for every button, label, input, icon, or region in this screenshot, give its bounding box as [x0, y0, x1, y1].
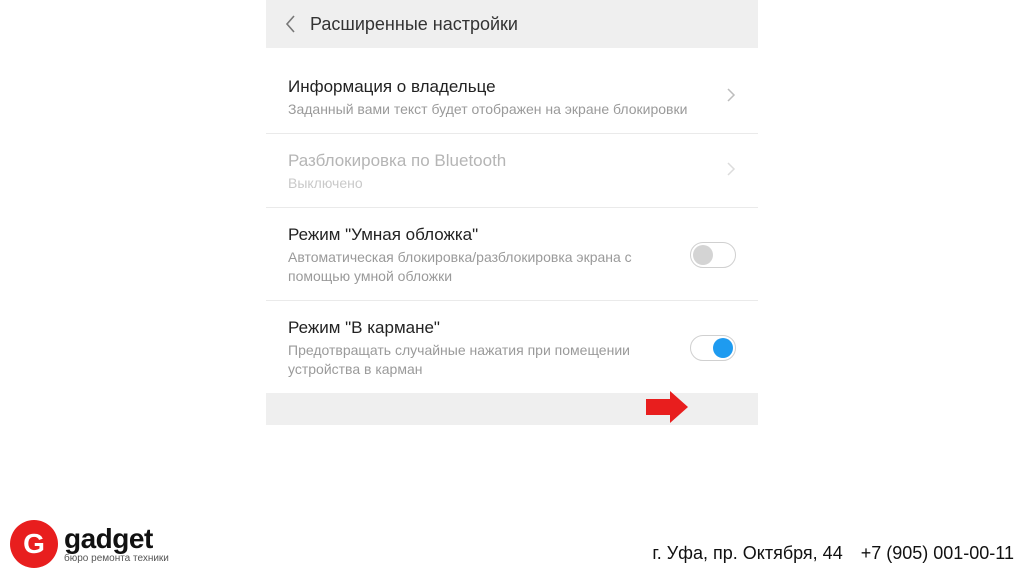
- contact-phone: +7 (905) 001-00-11: [861, 543, 1014, 564]
- settings-header: Расширенные настройки: [266, 0, 758, 48]
- item-title: Режим "В кармане": [288, 317, 678, 339]
- logo-name: gadget: [64, 525, 169, 553]
- settings-item: Разблокировка по Bluetooth Выключено: [266, 134, 758, 208]
- logo-tagline: бюро ремонта техники: [64, 553, 169, 564]
- item-title: Информация о владельце: [288, 76, 706, 98]
- toggle-on[interactable]: [690, 335, 736, 361]
- item-subtitle: Заданный вами текст будет отображен на э…: [288, 100, 706, 119]
- item-subtitle: Предотвращать случайные нажатия при поме…: [288, 341, 678, 379]
- brand-logo: G gadget бюро ремонта техники: [10, 520, 169, 568]
- toggle-off[interactable]: [690, 242, 736, 268]
- item-title: Разблокировка по Bluetooth: [288, 150, 706, 172]
- back-button[interactable]: [278, 12, 302, 36]
- item-title: Режим "Умная обложка": [288, 224, 678, 246]
- chevron-right-icon: [718, 86, 736, 109]
- chevron-left-icon: [284, 14, 296, 34]
- logo-mark: G: [10, 520, 58, 568]
- settings-item: Режим "В кармане"Предотвращать случайные…: [266, 301, 758, 393]
- contact-info: г. Уфа, пр. Октября, 44 +7 (905) 001-00-…: [652, 543, 1014, 564]
- item-subtitle: Выключено: [288, 174, 706, 193]
- settings-item[interactable]: Информация о владельце Заданный вами текс…: [266, 60, 758, 134]
- item-subtitle: Автоматическая блокировка/разблокировка …: [288, 248, 678, 286]
- settings-item: Режим "Умная обложка"Автоматическая блок…: [266, 208, 758, 301]
- contact-address: г. Уфа, пр. Октября, 44: [652, 543, 842, 564]
- chevron-right-icon: [718, 160, 736, 183]
- page-title: Расширенные настройки: [310, 14, 518, 35]
